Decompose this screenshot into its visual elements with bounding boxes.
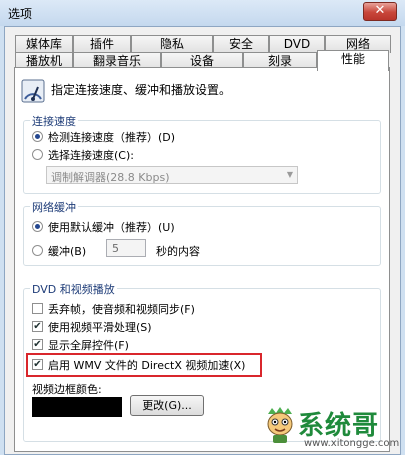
dvd-video-label: DVD 和视频播放 bbox=[30, 281, 117, 297]
smoothing-label: 使用视频平滑处理(S) bbox=[48, 321, 152, 334]
speed-dropdown-value: 调制解调器(28.8 Kbps) bbox=[51, 171, 170, 184]
tab-security[interactable]: 安全 bbox=[213, 35, 269, 53]
directx-acceleration-checkbox[interactable]: ✔ bbox=[32, 359, 43, 370]
close-button[interactable]: ✕ bbox=[363, 2, 397, 21]
border-color-label: 视频边框颜色: bbox=[32, 383, 102, 396]
default-buffer-radio[interactable] bbox=[32, 221, 43, 232]
tab-privacy[interactable]: 隐私 bbox=[131, 35, 213, 53]
window-title: 选项 bbox=[8, 7, 33, 21]
close-icon: ✕ bbox=[374, 3, 386, 18]
change-color-button[interactable]: 更改(G)... bbox=[130, 395, 204, 416]
speed-dropdown[interactable]: 调制解调器(28.8 Kbps) ▼ bbox=[46, 166, 298, 184]
connection-speed-label: 连接速度 bbox=[30, 113, 78, 129]
buffer-seconds-value: 5 bbox=[112, 242, 119, 255]
check-icon: ✔ bbox=[33, 339, 42, 350]
watermark-url: www.xitongge.com bbox=[304, 438, 400, 449]
check-icon: ✔ bbox=[33, 321, 42, 332]
network-buffer-label: 网络缓冲 bbox=[30, 199, 78, 215]
chevron-down-icon: ▼ bbox=[286, 170, 293, 179]
choose-speed-radio[interactable] bbox=[32, 149, 43, 160]
mascot-logo bbox=[262, 404, 298, 444]
buffer-seconds-suffix: 秒的内容 bbox=[156, 245, 200, 258]
header-text: 指定连接速度、缓冲和播放设置。 bbox=[51, 83, 232, 97]
fullscreen-controls-label: 显示全屏控件(F) bbox=[48, 339, 129, 352]
detect-speed-radio[interactable] bbox=[32, 131, 43, 142]
detect-speed-label: 检测连接速度（推荐）(D) bbox=[48, 131, 176, 144]
network-buffer-group: 网络缓冲 使用默认缓冲（推荐）(U) 缓冲(B) 5 秒的内容 bbox=[23, 199, 381, 266]
drop-frames-checkbox[interactable] bbox=[32, 303, 43, 314]
smoothing-checkbox[interactable]: ✔ bbox=[32, 321, 43, 332]
border-color-swatch bbox=[32, 397, 122, 417]
connection-speed-group: 连接速度 检测连接速度（推荐）(D) 选择连接速度(C): 调制解调器(28.8… bbox=[23, 113, 381, 194]
performance-icon bbox=[21, 79, 45, 103]
tab-plugins[interactable]: 插件 bbox=[73, 35, 131, 53]
custom-buffer-radio[interactable] bbox=[32, 245, 43, 256]
custom-buffer-label: 缓冲(B) bbox=[48, 245, 87, 258]
buffer-seconds-input[interactable]: 5 bbox=[106, 239, 146, 257]
check-icon: ✔ bbox=[33, 359, 42, 370]
watermark-text: 系统哥 bbox=[298, 411, 380, 441]
default-buffer-label: 使用默认缓冲（推荐）(U) bbox=[48, 221, 175, 234]
directx-acceleration-label: 启用 WMV 文件的 DirectX 视频加速(X) bbox=[48, 359, 246, 372]
tab-library[interactable]: 媒体库 bbox=[15, 35, 73, 53]
performance-panel: 指定连接速度、缓冲和播放设置。 连接速度 检测连接速度（推荐）(D) 选择连接速… bbox=[14, 67, 390, 452]
title-bar: 选项 ✕ bbox=[0, 0, 405, 26]
choose-speed-label: 选择连接速度(C): bbox=[48, 149, 134, 162]
tab-performance[interactable]: 性能 bbox=[317, 50, 389, 71]
fullscreen-controls-checkbox[interactable]: ✔ bbox=[32, 339, 43, 350]
drop-frames-label: 丢弃帧，使音频和视频同步(F) bbox=[48, 303, 195, 316]
